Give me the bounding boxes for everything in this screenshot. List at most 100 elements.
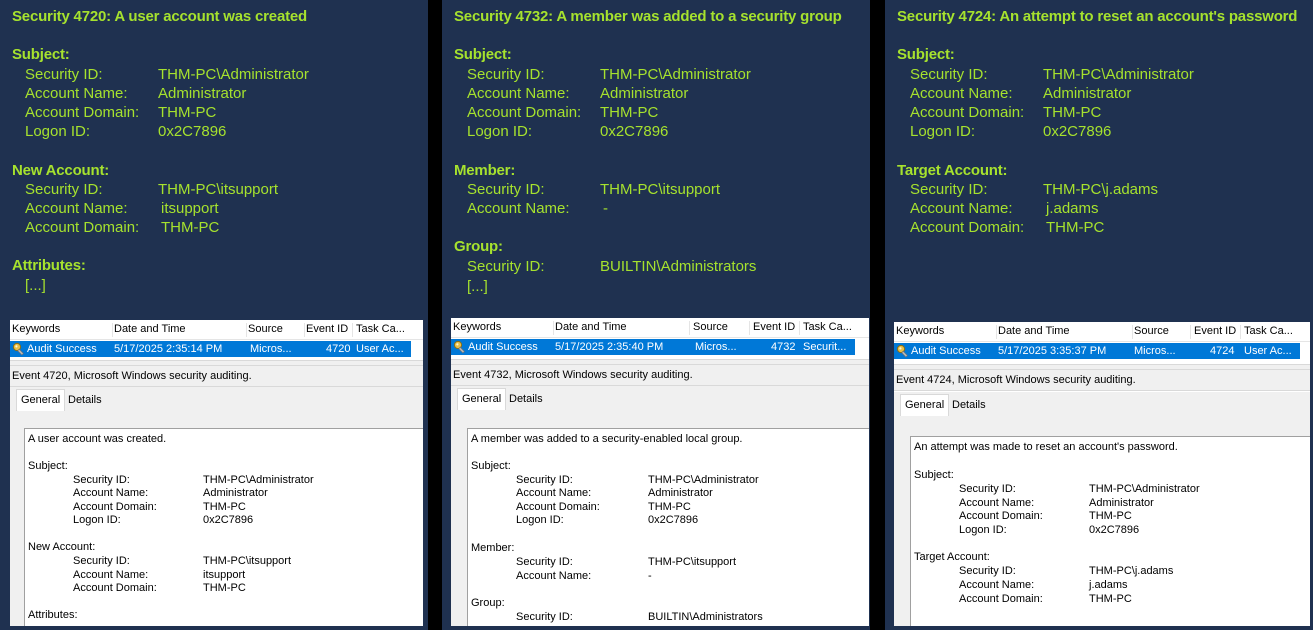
- detail-subject-account-domain-key: Account Domain:: [516, 501, 600, 513]
- subject-account-name: Account Name: Administrator: [910, 85, 1132, 102]
- column-date-time[interactable]: Date and Time: [112, 323, 247, 337]
- column-event-id[interactable]: Event ID: [304, 323, 353, 337]
- tab-general[interactable]: General: [457, 388, 507, 410]
- detail-member-heading: Member:: [471, 542, 515, 554]
- event-description: A member was added to a security-enabled…: [467, 428, 869, 626]
- event-row-selected[interactable]: Audit Success 5/17/2025 2:35:14 PM Micro…: [10, 341, 411, 357]
- attributes-heading: Attributes:: [12, 257, 86, 274]
- event-list-header: Keywords Date and Time Source Event ID T…: [10, 320, 423, 340]
- event-intro: A user account was created.: [28, 433, 167, 445]
- row-keyword: Audit Success: [468, 341, 538, 353]
- row-keyword: Audit Success: [911, 345, 981, 357]
- detail-subject-account-name-key: Account Name:: [959, 497, 1035, 509]
- event-list-header: Keywords Date and Time Source Event ID T…: [451, 318, 869, 338]
- column-event-id[interactable]: Event ID: [1192, 325, 1241, 339]
- event-panel-4720: Security 4720: A user account was create…: [0, 0, 428, 630]
- detail-subject-security-id-value: THM-PC\Administrator: [1089, 483, 1200, 495]
- new-account-security-id: Security ID: THM-PC\itsupport: [25, 181, 279, 198]
- general-tab-content: A member was added to a security-enabled…: [451, 410, 869, 626]
- column-task-category[interactable]: Task Ca...: [1242, 325, 1294, 339]
- audit-success-key-icon: [453, 340, 465, 354]
- detail-subject-logon-id-key: Logon ID:: [516, 514, 564, 526]
- subject-heading: Subject:: [12, 46, 70, 63]
- detail-new-security-id-key: Security ID:: [73, 555, 130, 567]
- detail-target-account-domain-key: Account Domain:: [959, 593, 1043, 605]
- row-source: Micros...: [1134, 345, 1176, 357]
- subject-heading: Subject:: [454, 46, 512, 63]
- subject-account-domain: Account Domain: THM-PC: [25, 104, 217, 121]
- subject-logon-id: Logon ID: 0x2C7896: [910, 123, 1112, 140]
- details-tabs: General Details: [10, 387, 423, 411]
- group-security-id: Security ID: BUILTIN\Administrators: [467, 258, 757, 275]
- column-source[interactable]: Source: [691, 321, 750, 335]
- subject-heading: Subject:: [897, 46, 955, 63]
- target-account-heading: Target Account:: [897, 162, 1008, 179]
- tab-general[interactable]: General: [16, 389, 66, 411]
- tab-general[interactable]: General: [900, 394, 950, 416]
- detail-subject-account-domain-key: Account Domain:: [73, 501, 157, 513]
- event-row-selected[interactable]: Audit Success 5/17/2025 3:35:37 PM Micro…: [894, 343, 1300, 359]
- target-account-name: Account Name: j.adams: [910, 200, 1099, 217]
- detail-subject-account-domain-value: THM-PC: [203, 501, 246, 513]
- panel-title: Security 4720: A user account was create…: [12, 8, 307, 25]
- detail-new-account-domain-value: THM-PC: [203, 582, 246, 594]
- details-tabs: General Details: [451, 386, 869, 410]
- column-keywords[interactable]: Keywords: [894, 325, 997, 339]
- detail-subject-security-id-key: Security ID:: [516, 474, 573, 486]
- new-account-domain: Account Domain: THM-PC: [25, 219, 220, 236]
- event-row-selected[interactable]: Audit Success 5/17/2025 2:35:40 PM Micro…: [451, 339, 855, 355]
- detail-group-security-id-value: BUILTIN\Administrators: [648, 611, 763, 623]
- event-viewer-window: Keywords Date and Time Source Event ID T…: [894, 322, 1310, 626]
- row-source: Micros...: [250, 343, 292, 355]
- event-details-header: Event 4724, Microsoft Windows security a…: [894, 370, 1310, 391]
- event-details-header: Event 4720, Microsoft Windows security a…: [10, 366, 423, 387]
- member-security-id: Security ID: THM-PC\itsupport: [467, 181, 721, 198]
- detail-subject-logon-id-value: 0x2C7896: [1089, 524, 1140, 536]
- column-keywords[interactable]: Keywords: [451, 321, 554, 335]
- detail-subject-account-name-key: Account Name:: [73, 487, 149, 499]
- detail-subject-security-id-value: THM-PC\Administrator: [203, 474, 314, 486]
- detail-new-account-domain-key: Account Domain:: [73, 582, 157, 594]
- column-task-category[interactable]: Task Ca...: [801, 321, 853, 335]
- detail-subject-heading: Subject:: [471, 460, 511, 472]
- row-date-time: 5/17/2025 2:35:14 PM: [114, 343, 223, 355]
- detail-new-security-id-value: THM-PC\itsupport: [203, 555, 292, 567]
- row-task-category: Securit...: [803, 341, 847, 353]
- tab-details[interactable]: Details: [64, 391, 106, 409]
- column-date-time[interactable]: Date and Time: [996, 325, 1133, 339]
- detail-subject-account-name-value: Administrator: [648, 487, 713, 499]
- event-panel-4732: Security 4732: A member was added to a s…: [442, 0, 870, 630]
- event-viewer-window: Keywords Date and Time Source Event ID T…: [10, 320, 423, 626]
- event-intro: An attempt was made to reset an account'…: [914, 441, 1178, 453]
- group-ellipsis: [...]: [467, 278, 488, 295]
- tab-details[interactable]: Details: [948, 396, 990, 414]
- new-account-heading: New Account:: [12, 162, 110, 179]
- group-heading: Group:: [454, 238, 503, 255]
- column-task-category[interactable]: Task Ca...: [354, 323, 406, 337]
- row-event-id: 4724: [1210, 345, 1235, 357]
- subject-account-name: Account Name: Administrator: [467, 85, 689, 102]
- details-tabs: General Details: [894, 392, 1310, 416]
- subject-account-name: Account Name: Administrator: [25, 85, 247, 102]
- target-security-id: Security ID: THM-PC\j.adams: [910, 181, 1159, 198]
- column-event-id[interactable]: Event ID: [751, 321, 800, 335]
- detail-target-security-id-value: THM-PC\j.adams: [1089, 565, 1174, 577]
- audit-success-key-icon: [12, 342, 24, 356]
- row-keyword: Audit Success: [27, 343, 97, 355]
- column-source[interactable]: Source: [246, 323, 305, 337]
- new-account-name: Account Name: itsupport: [25, 200, 219, 217]
- detail-subject-security-id-key: Security ID:: [73, 474, 130, 486]
- detail-member-security-id-value: THM-PC\itsupport: [648, 556, 737, 568]
- detail-new-account-heading: New Account:: [28, 541, 96, 553]
- tab-details[interactable]: Details: [505, 390, 547, 408]
- column-source[interactable]: Source: [1132, 325, 1191, 339]
- column-keywords[interactable]: Keywords: [10, 323, 113, 337]
- subject-logon-id: Logon ID: 0x2C7896: [467, 123, 669, 140]
- column-date-time[interactable]: Date and Time: [553, 321, 690, 335]
- row-date-time: 5/17/2025 3:35:37 PM: [998, 345, 1107, 357]
- panel-title: Security 4732: A member was added to a s…: [454, 8, 842, 25]
- general-tab-content: A user account was created. Subject: Sec…: [10, 411, 423, 626]
- member-account-name: Account Name: -: [467, 200, 608, 217]
- subject-account-domain: Account Domain: THM-PC: [910, 104, 1102, 121]
- detail-subject-heading: Subject:: [28, 460, 68, 472]
